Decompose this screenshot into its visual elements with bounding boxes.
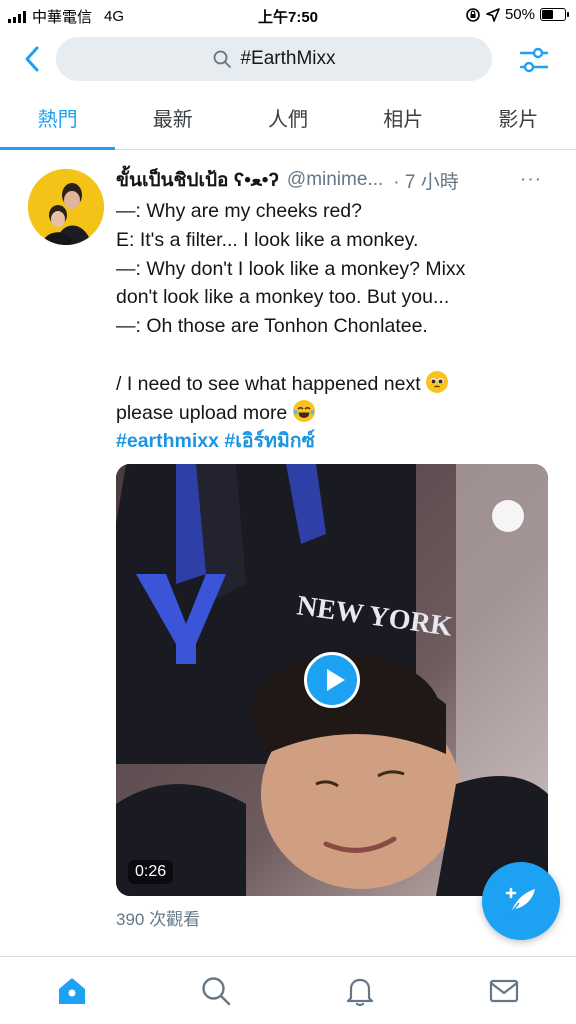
tweet-line: —: Why don't I look like a monkey? Mixx <box>116 257 466 280</box>
tweet-line: don't look like a monkey too. But you... <box>116 286 450 309</box>
nav-search[interactable] <box>144 957 288 1024</box>
hashtag-link[interactable]: #earthmixx <box>116 430 219 452</box>
battery-percent: 50% <box>504 6 535 23</box>
compose-quill-icon <box>505 887 535 914</box>
filter-sliders-icon[interactable] <box>518 44 550 76</box>
more-options-icon[interactable]: ··· <box>520 169 542 191</box>
tweet-text: —: Why are my cheeks red? E: It's a filt… <box>116 197 556 456</box>
back-chevron-icon[interactable] <box>18 42 48 76</box>
tweet-line: / I need to see what happened next <box>116 372 421 395</box>
search-input[interactable]: #EarthMixx <box>56 37 492 81</box>
tweet-line-with-emoji: please upload more <box>116 399 556 428</box>
display-name[interactable]: ขั้นเป็นชิปเป้อ ʕ•ﻌ•ʔ <box>116 165 279 195</box>
nav-messages[interactable] <box>432 957 576 1024</box>
location-icon <box>486 7 500 22</box>
video-duration: 0:26 <box>128 860 174 884</box>
tweet-header: ขั้นเป็นชิปเป้อ ʕ•ﻌ•ʔ @minime... · 7 小時 … <box>116 165 556 195</box>
tweet-time: · 7 小時 <box>393 171 459 193</box>
view-count: 390 次觀看 <box>116 910 201 929</box>
tab-videos[interactable]: 影片 <box>461 92 576 149</box>
bottom-navigation <box>0 956 576 1024</box>
user-handle[interactable]: @minime... <box>287 169 383 191</box>
avatar-image <box>28 169 104 245</box>
hashtag-link[interactable]: #เอิร์ทมิกซ์ <box>224 430 314 452</box>
battery-icon <box>540 8 569 21</box>
tab-top[interactable]: 熱門 <box>0 92 116 150</box>
mail-icon <box>489 979 519 1002</box>
play-button[interactable] <box>304 652 360 708</box>
tweet-line: please upload more <box>116 401 288 424</box>
tab-photos[interactable]: 相片 <box>346 92 461 149</box>
tweet[interactable]: ขั้นเป็นชิปเป้อ ʕ•ﻌ•ʔ @minime... · 7 小時 … <box>0 151 576 956</box>
status-right: 50% <box>465 6 569 23</box>
status-bar: 中華電信 4G 上午7:50 50% <box>0 0 576 30</box>
tab-latest[interactable]: 最新 <box>115 92 230 149</box>
video-player[interactable]: NEW YORK 0:26 <box>116 464 548 896</box>
search-tabs: 熱門 最新 人們 相片 影片 <box>0 92 576 150</box>
tweet-line-with-emoji: / I need to see what happened next <box>116 370 556 399</box>
search-query: #EarthMixx <box>240 48 336 69</box>
nav-home[interactable] <box>0 957 144 1024</box>
orientation-lock-icon <box>466 7 480 22</box>
search-icon <box>202 976 231 1005</box>
avatar[interactable] <box>28 169 104 245</box>
tab-people[interactable]: 人們 <box>230 92 345 149</box>
tears-of-joy-emoji-icon <box>292 399 315 422</box>
search-header: #EarthMixx <box>0 30 576 90</box>
pleading-face-emoji-icon <box>426 370 449 393</box>
search-icon <box>214 50 232 68</box>
bell-icon <box>346 978 374 1006</box>
home-icon <box>59 977 85 1004</box>
tweet-line: —: Why are my cheeks red? <box>116 200 362 222</box>
tweet-line: E: It's a filter... I look like a monkey… <box>116 228 419 251</box>
tweet-hashtags: #earthmixx #เอิร์ทมิกซ์ <box>116 427 556 456</box>
nav-notifications[interactable] <box>288 957 432 1024</box>
tweet-line: —: Oh those are Tonhon Chonlatee. <box>116 315 428 338</box>
compose-tweet-button[interactable] <box>482 862 560 940</box>
battery-fill <box>542 10 553 19</box>
